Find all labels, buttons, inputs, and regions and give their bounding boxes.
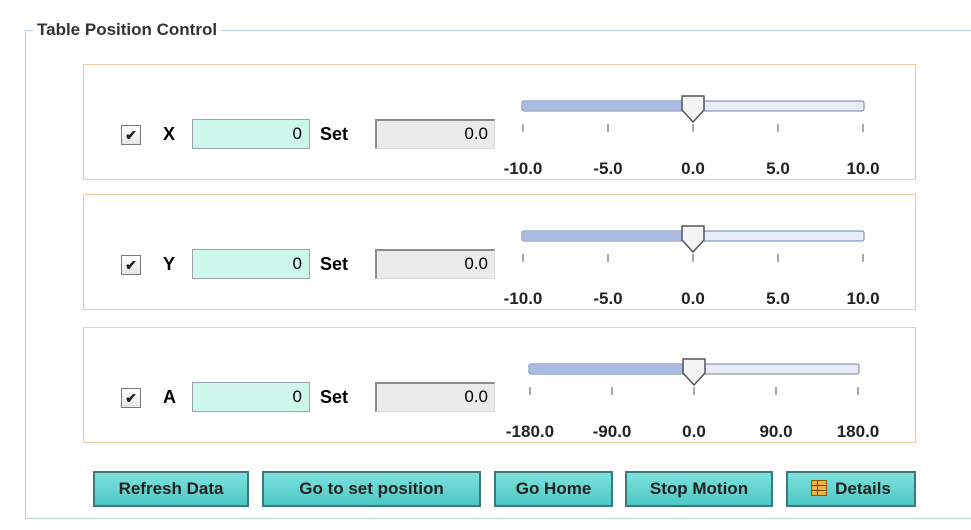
- tick-label: -90.0: [593, 422, 632, 441]
- slider-thumb: [681, 95, 705, 124]
- axis-panel-y: ✔ Y 0 Set 0.0 -10.0 -5.0 0.0 5.0 10.0: [83, 194, 916, 310]
- set-label-a: Set: [320, 387, 349, 407]
- y-set-field[interactable]: 0.0: [375, 249, 495, 279]
- tick-label: 10.0: [846, 289, 879, 308]
- slider-thumb: [681, 225, 705, 254]
- a-position-field[interactable]: 0: [192, 382, 310, 412]
- slider-fill: [530, 365, 694, 373]
- enable-y-checkbox[interactable]: ✔: [121, 255, 141, 275]
- details-button[interactable]: Details: [786, 471, 916, 507]
- stop-motion-button[interactable]: Stop Motion: [625, 471, 773, 507]
- group-title: Table Position Control: [33, 20, 222, 40]
- axis-panel-x: ✔ X 0 Set 0.0 -10.0 -5.0 0.0 5.0 10.0: [83, 64, 916, 180]
- axis-label-y: Y: [163, 254, 176, 274]
- set-label-x: Set: [320, 124, 349, 144]
- tick-label: 0.0: [681, 289, 705, 308]
- tick-label: 0.0: [681, 159, 705, 178]
- go-to-set-position-button[interactable]: Go to set position: [262, 471, 481, 507]
- tick-label: 5.0: [766, 289, 790, 308]
- table-icon: [811, 480, 828, 496]
- tick-label: -180.0: [506, 422, 554, 441]
- go-home-button[interactable]: Go Home: [494, 471, 613, 507]
- a-set-field[interactable]: 0.0: [375, 382, 495, 412]
- x-set-field[interactable]: 0.0: [375, 119, 495, 149]
- tick-label: -10.0: [504, 159, 543, 178]
- tick-label: 90.0: [759, 422, 792, 441]
- y-slider[interactable]: -10.0 -5.0 0.0 5.0 10.0: [489, 225, 909, 309]
- axis-label-x: X: [163, 124, 176, 144]
- tick-label: 5.0: [766, 159, 790, 178]
- tick-label: 0.0: [682, 422, 706, 441]
- enable-x-checkbox[interactable]: ✔: [121, 125, 141, 145]
- slider-fill: [523, 232, 693, 240]
- tick-label: -5.0: [593, 159, 622, 178]
- x-position-field[interactable]: 0: [192, 119, 310, 149]
- tick-label: 180.0: [837, 422, 880, 441]
- details-label: Details: [835, 479, 891, 498]
- axis-panel-a: ✔ A 0 Set 0.0 -180.0 -90.0 0.0 90.0 180.…: [83, 327, 916, 443]
- enable-a-checkbox[interactable]: ✔: [121, 388, 141, 408]
- refresh-data-button[interactable]: Refresh Data: [93, 471, 249, 507]
- a-slider[interactable]: -180.0 -90.0 0.0 90.0 180.0: [489, 358, 909, 442]
- slider-thumb: [682, 358, 706, 387]
- slider-fill: [523, 102, 693, 110]
- y-position-field[interactable]: 0: [192, 249, 310, 279]
- tick-label: -5.0: [593, 289, 622, 308]
- tick-label: 10.0: [846, 159, 879, 178]
- x-slider[interactable]: -10.0 -5.0 0.0 5.0 10.0: [489, 95, 909, 179]
- set-label-y: Set: [320, 254, 349, 274]
- tick-label: -10.0: [504, 289, 543, 308]
- axis-label-a: A: [163, 387, 176, 407]
